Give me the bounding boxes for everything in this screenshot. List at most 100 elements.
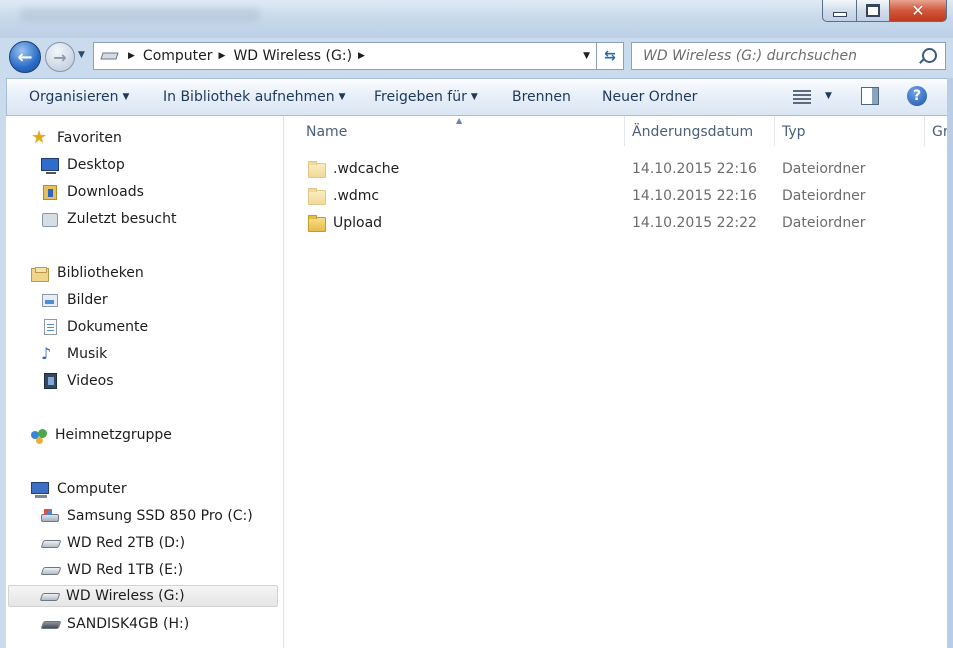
title-bar: ✕ <box>0 0 953 38</box>
sidebar-item-downloads[interactable]: Downloads <box>41 181 144 203</box>
sidebar-item-drive-e[interactable]: WD Red 1TB (E:) <box>40 559 184 581</box>
folder-icon <box>308 188 326 205</box>
sidebar-item-recent[interactable]: Zuletzt besucht <box>41 208 176 230</box>
sidebar-favorites[interactable]: ★ Favoriten <box>31 127 122 149</box>
sidebar-item-label: Desktop <box>67 157 125 173</box>
refresh-button[interactable]: ⇆ <box>597 42 624 70</box>
sidebar-item-label: Heimnetzgruppe <box>55 427 172 443</box>
sidebar-item-label: Downloads <box>67 184 144 200</box>
drive-icon <box>40 540 62 548</box>
file-row-upload[interactable]: Upload 14.10.2015 22:22 Dateiordner <box>306 213 946 235</box>
file-type: Dateiordner <box>782 215 866 231</box>
close-icon: ✕ <box>911 0 925 20</box>
chevron-down-icon: ▼ <box>122 92 130 102</box>
include-in-library-button[interactable]: In Bibliothek aufnehmen ▼ <box>163 89 346 105</box>
view-options-icon[interactable] <box>793 88 811 104</box>
navigation-pane: ★ Favoriten Desktop Downloads Zuletzt be… <box>6 116 284 648</box>
address-history-dropdown[interactable]: ▼ <box>583 51 590 61</box>
column-header-size[interactable]: Gr <box>932 124 947 140</box>
new-folder-button[interactable]: Neuer Ordner <box>602 89 697 105</box>
close-button[interactable]: ✕ <box>890 0 947 22</box>
breadcrumb-separator[interactable]: ▶ <box>128 51 135 61</box>
usb-drive-icon <box>40 621 62 629</box>
drive-icon <box>40 567 62 575</box>
column-header-type[interactable]: Typ <box>782 124 806 140</box>
desktop-icon <box>41 158 59 174</box>
search-input[interactable] <box>641 47 915 65</box>
maximize-button[interactable] <box>857 0 890 22</box>
file-row-wdmc[interactable]: .wdmc 14.10.2015 22:16 Dateiordner <box>306 186 946 208</box>
sidebar-item-label: Favoriten <box>57 130 122 146</box>
share-label: Freigeben für <box>374 89 467 105</box>
column-header-date[interactable]: Änderungsdatum <box>632 124 753 140</box>
pictures-icon <box>42 294 58 307</box>
burn-button[interactable]: Brennen <box>512 89 571 105</box>
file-name: .wdmc <box>333 188 380 204</box>
sidebar-item-drive-c[interactable]: Samsung SSD 850 Pro (C:) <box>41 505 253 527</box>
recent-pages-dropdown[interactable]: ▼ <box>78 50 85 60</box>
sidebar-item-drive-d[interactable]: WD Red 2TB (D:) <box>40 532 185 554</box>
sidebar-libraries[interactable]: Bibliotheken <box>31 262 144 284</box>
organize-button[interactable]: Organisieren ▼ <box>29 89 129 105</box>
address-bar[interactable]: ▶ Computer ▶ WD Wireless (G:) ▶ ▼ <box>93 42 597 70</box>
sidebar-item-label: WD Wireless (G:) <box>66 588 185 604</box>
breadcrumb-computer[interactable]: Computer <box>143 48 213 64</box>
computer-icon <box>31 482 49 498</box>
column-divider[interactable] <box>774 116 775 146</box>
share-with-button[interactable]: Freigeben für ▼ <box>374 89 478 105</box>
file-date: 14.10.2015 22:16 <box>632 161 757 177</box>
file-list: ▲ Name Änderungsdatum Typ Gr .wdcache 14… <box>284 116 947 648</box>
sort-ascending-icon: ▲ <box>456 116 463 125</box>
help-icon: ? <box>912 88 922 104</box>
navigation-bar: ← → ▼ ▶ Computer ▶ WD Wireless (G:) ▶ ▼ … <box>0 38 953 74</box>
chevron-down-icon: ▼ <box>470 92 478 102</box>
window-controls: ✕ <box>822 0 947 22</box>
minimize-button[interactable] <box>822 0 857 22</box>
music-icon: ♪ <box>41 344 52 363</box>
sidebar-item-desktop[interactable]: Desktop <box>41 154 125 176</box>
file-date: 14.10.2015 22:16 <box>632 188 757 204</box>
file-name: Upload <box>333 215 383 231</box>
sidebar-homegroup[interactable]: Heimnetzgruppe <box>31 424 172 446</box>
sidebar-item-music[interactable]: ♪ Musik <box>41 343 107 365</box>
breadcrumb-separator[interactable]: ▶ <box>219 51 226 61</box>
sidebar-item-label: WD Red 1TB (E:) <box>67 562 184 578</box>
search-box[interactable] <box>631 42 946 70</box>
breadcrumb-separator[interactable]: ▶ <box>358 51 365 61</box>
forward-arrow-icon: → <box>53 47 67 67</box>
drive-icon <box>100 50 122 62</box>
window-frame-right <box>947 78 953 648</box>
back-button[interactable]: ← <box>9 41 41 73</box>
sidebar-computer[interactable]: Computer <box>31 478 127 500</box>
system-drive-icon <box>41 509 59 522</box>
preview-pane-button[interactable] <box>861 87 879 105</box>
file-name: .wdcache <box>333 161 400 177</box>
column-header-name[interactable]: Name <box>306 124 347 140</box>
sidebar-item-label: Computer <box>57 481 127 497</box>
sidebar-item-documents[interactable]: Dokumente <box>41 316 148 338</box>
view-options-dropdown[interactable]: ▼ <box>825 91 832 101</box>
sidebar-item-videos[interactable]: Videos <box>41 370 114 392</box>
sidebar-item-label: SANDISK4GB (H:) <box>67 616 190 632</box>
folder-icon <box>308 161 326 178</box>
search-icon[interactable] <box>922 48 937 63</box>
file-type: Dateiordner <box>782 161 866 177</box>
back-arrow-icon: ← <box>17 46 33 68</box>
sidebar-item-label: Dokumente <box>67 319 149 335</box>
sidebar-item-drive-h[interactable]: SANDISK4GB (H:) <box>40 613 190 635</box>
recent-places-icon <box>42 213 58 227</box>
file-row-wdcache[interactable]: .wdcache 14.10.2015 22:16 Dateiordner <box>306 159 946 181</box>
sidebar-item-pictures[interactable]: Bilder <box>41 289 108 311</box>
breadcrumb-wd-wireless[interactable]: WD Wireless (G:) <box>233 48 352 64</box>
downloads-icon <box>43 185 57 200</box>
forward-button[interactable]: → <box>45 42 75 72</box>
sidebar-item-drive-g[interactable]: WD Wireless (G:) <box>8 585 278 607</box>
sidebar-item-label: Zuletzt besucht <box>67 211 177 227</box>
column-divider[interactable] <box>924 116 925 146</box>
sidebar-item-label: Videos <box>67 373 114 389</box>
column-divider[interactable] <box>624 116 625 146</box>
minimize-icon <box>832 12 847 17</box>
sidebar-item-label: Samsung SSD 850 Pro (C:) <box>67 508 253 524</box>
command-bar: Organisieren ▼ In Bibliothek aufnehmen ▼ F… <box>6 78 949 116</box>
help-button[interactable]: ? <box>907 86 927 106</box>
